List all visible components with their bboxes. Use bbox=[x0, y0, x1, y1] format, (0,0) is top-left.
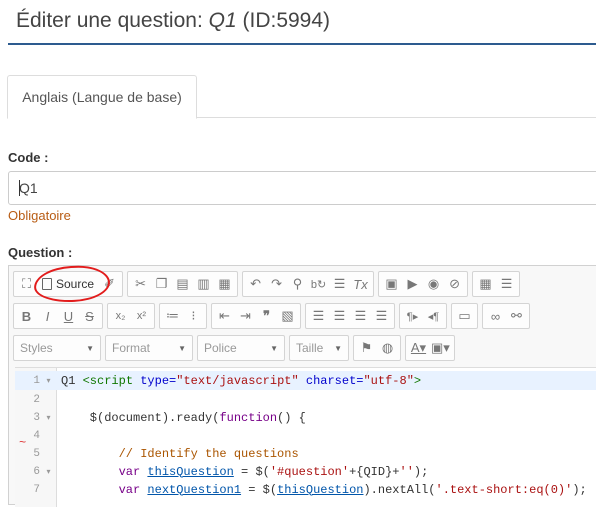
toolbar-group-links: ∞ ⚯ bbox=[482, 303, 530, 329]
paste-word-icon[interactable]: ▦ bbox=[214, 273, 235, 295]
page-title-prefix: Éditer une question: bbox=[16, 9, 203, 32]
bold-icon[interactable]: B bbox=[16, 305, 37, 327]
toolbar-group-basicstyles: B I U S bbox=[13, 303, 103, 329]
styles-select-label: Styles bbox=[20, 341, 53, 355]
paste-icon[interactable]: ▤ bbox=[172, 273, 193, 295]
font-select[interactable]: Police ▼ bbox=[197, 335, 285, 361]
chevron-down-icon: ▼ bbox=[178, 343, 186, 353]
text-caret bbox=[19, 180, 20, 196]
table-icon[interactable]: ▦ bbox=[475, 273, 496, 295]
format-select[interactable]: Format ▼ bbox=[105, 335, 193, 361]
toolbar-group-align: ☰ ☰ ☰ ☰ bbox=[305, 303, 395, 329]
select-all-icon[interactable]: ☰ bbox=[329, 273, 350, 295]
find-icon[interactable]: ⚲ bbox=[287, 273, 308, 295]
toolbar-group-misc: ▭ bbox=[451, 303, 478, 329]
align-justify-icon[interactable]: ☰ bbox=[371, 305, 392, 327]
toolbar-row-2: B I U S x₂ x² ≔ ⁝ ⇤ ⇥ ❞ ▧ ☰ ☰ ☰ ☰ ¶▸ ◂¶ bbox=[13, 303, 530, 329]
indent-icon[interactable]: ⇥ bbox=[235, 305, 256, 327]
toolbar-group-scripts: x₂ x² bbox=[107, 303, 155, 329]
text-color-icon[interactable]: A▾ bbox=[408, 337, 429, 359]
link-icon[interactable]: ∞ bbox=[485, 305, 506, 327]
flag-icon[interactable]: ⚑ bbox=[356, 337, 377, 359]
rich-text-editor: ⛶ Source ✐ ✂ ❐ ▤ ▥ ▦ ↶ ↷ ⚲ b↻ ☰ Tx ▣ ▶ ◉… bbox=[8, 265, 596, 507]
superscript-icon[interactable]: x² bbox=[131, 305, 152, 327]
fold-arrow-icon[interactable]: ▾ bbox=[40, 413, 57, 423]
toolbar-group-special: ⚑ ◍ bbox=[353, 335, 401, 361]
code-line: 5 // Identify the questions bbox=[33, 446, 299, 461]
toolbar-group-insert: ▣ ▶ ◉ ⊘ bbox=[378, 271, 469, 297]
toolbar-group-colors: A▾ ▣▾ bbox=[405, 335, 455, 361]
strikethrough-icon[interactable]: S bbox=[79, 305, 100, 327]
paste-text-icon[interactable]: ▥ bbox=[193, 273, 214, 295]
page-title: Éditer une question: Q1 (ID:5994) bbox=[16, 9, 330, 33]
bulleted-list-icon[interactable]: ⁝ bbox=[183, 305, 204, 327]
tab-base-language[interactable]: Anglais (Langue de base) bbox=[7, 75, 197, 119]
globe-icon[interactable]: ◍ bbox=[377, 337, 398, 359]
toolbar-group-lists: ≔ ⁝ bbox=[159, 303, 207, 329]
source-code-editor[interactable]: 1 ▾ Q1 <script type="text/javascript" ch… bbox=[15, 367, 596, 507]
question-id: (ID:5994) bbox=[242, 9, 331, 32]
toolbar-group-indent: ⇤ ⇥ ❞ ▧ bbox=[211, 303, 301, 329]
code-line: 6 ▾ var thisQuestion = $('#question'+{QI… bbox=[33, 464, 429, 479]
toolbar-group-table: ▦ ☰ bbox=[472, 271, 521, 297]
div-icon[interactable]: ▧ bbox=[277, 305, 298, 327]
code-line: 3 ▾ $(document).ready(function() { bbox=[33, 410, 306, 425]
background-color-icon[interactable]: ▣▾ bbox=[429, 337, 452, 359]
media-icon[interactable]: ◉ bbox=[423, 273, 444, 295]
numbered-list-icon[interactable]: ≔ bbox=[162, 305, 183, 327]
code-text: var thisQuestion = $('#question'+{QID}+'… bbox=[118, 464, 429, 479]
styles-select[interactable]: Styles ▼ bbox=[13, 335, 101, 361]
flash-icon[interactable]: ⊘ bbox=[444, 273, 465, 295]
title-divider bbox=[8, 43, 596, 45]
align-right-icon[interactable]: ☰ bbox=[350, 305, 371, 327]
chevron-down-icon: ▼ bbox=[334, 343, 342, 353]
font-select-label: Police bbox=[204, 341, 237, 355]
align-center-icon[interactable]: ☰ bbox=[329, 305, 350, 327]
cut-icon[interactable]: ✂ bbox=[130, 273, 151, 295]
code-text: $(document).ready(function() { bbox=[61, 410, 306, 425]
code-line: 1 ▾ Q1 <script type="text/javascript" ch… bbox=[15, 371, 596, 390]
fold-arrow-icon[interactable]: ▾ bbox=[40, 376, 57, 386]
code-text: Q1 <script type="text/javascript" charse… bbox=[61, 373, 422, 388]
question-code: Q1 bbox=[208, 9, 237, 32]
remove-format-icon[interactable]: Tx bbox=[350, 273, 371, 295]
code-line: 2 bbox=[33, 393, 40, 406]
align-left-icon[interactable]: ☰ bbox=[308, 305, 329, 327]
page-break-icon[interactable]: ▭ bbox=[454, 305, 475, 327]
toolbar-group-editing: ↶ ↷ ⚲ b↻ ☰ Tx bbox=[242, 271, 375, 297]
chevron-down-icon: ▼ bbox=[270, 343, 278, 353]
italic-icon[interactable]: I bbox=[37, 305, 58, 327]
code-line: 4 bbox=[33, 429, 40, 442]
video-icon[interactable]: ▶ bbox=[402, 273, 423, 295]
image-icon[interactable]: ▣ bbox=[381, 273, 402, 295]
size-select[interactable]: Taille ▼ bbox=[289, 335, 349, 361]
outdent-icon[interactable]: ⇤ bbox=[214, 305, 235, 327]
redo-icon[interactable]: ↷ bbox=[266, 273, 287, 295]
required-note: Obligatoire bbox=[8, 208, 71, 223]
copy-icon[interactable]: ❐ bbox=[151, 273, 172, 295]
toolbar-group-clipboard: ✂ ❐ ▤ ▥ ▦ bbox=[127, 271, 239, 297]
size-select-label: Taille bbox=[296, 341, 324, 355]
fold-arrow-icon[interactable]: ▾ bbox=[40, 467, 57, 477]
toolbar-group-bidi: ¶▸ ◂¶ bbox=[399, 303, 447, 329]
replace-icon[interactable]: b↻ bbox=[308, 273, 329, 295]
rtl-icon[interactable]: ◂¶ bbox=[423, 305, 444, 327]
language-tab-bar: Anglais (Langue de base) bbox=[7, 75, 596, 119]
underline-icon[interactable]: U bbox=[58, 305, 79, 327]
subscript-icon[interactable]: x₂ bbox=[110, 305, 131, 327]
format-select-label: Format bbox=[112, 341, 151, 355]
chevron-down-icon: ▼ bbox=[86, 343, 94, 353]
question-label: Question : bbox=[8, 245, 73, 260]
code-label: Code : bbox=[8, 150, 49, 165]
toolbar-row-3: Styles ▼ Format ▼ Police ▼ Taille ▼ ⚑ ◍ … bbox=[13, 335, 455, 361]
unlink-icon[interactable]: ⚯ bbox=[506, 305, 527, 327]
undo-icon[interactable]: ↶ bbox=[245, 273, 266, 295]
code-input[interactable] bbox=[8, 171, 596, 205]
horizontal-rule-icon[interactable]: ☰ bbox=[496, 273, 517, 295]
blockquote-icon[interactable]: ❞ bbox=[256, 305, 277, 327]
ltr-icon[interactable]: ¶▸ bbox=[402, 305, 423, 327]
code-text: // Identify the questions bbox=[118, 446, 299, 461]
